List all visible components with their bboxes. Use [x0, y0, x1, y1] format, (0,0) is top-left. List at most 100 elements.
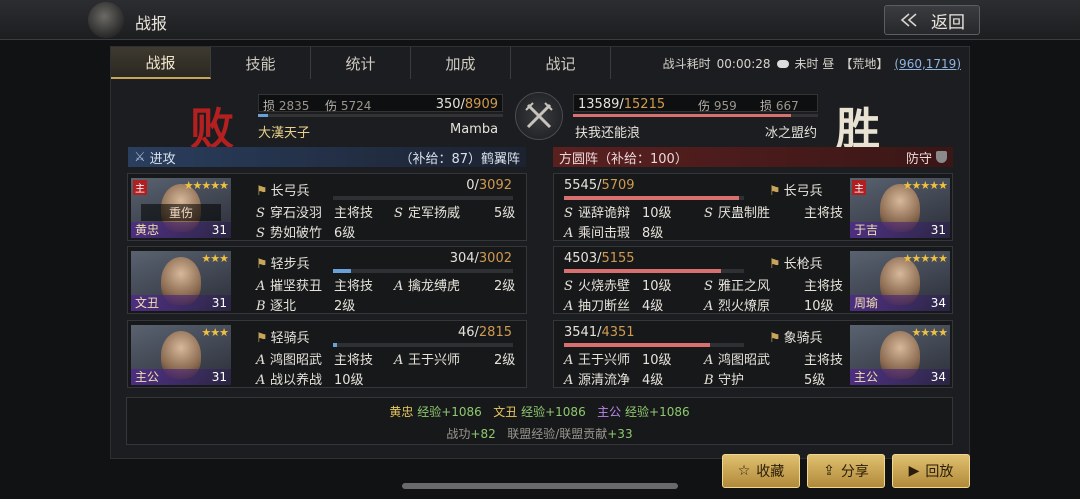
- skill-name: 烈火燎原: [718, 299, 771, 314]
- defender-unit-card[interactable]: ★★★★ 主公 34 ⚑ 象骑兵 3541/4351 A 王于兴师 10级 A 鸿图昭武 主将技 A 源清…: [553, 320, 953, 388]
- exp-general-1: 黄忠: [389, 405, 414, 419]
- skill-entry[interactable]: A 擒龙缚虎 2级: [394, 275, 524, 294]
- defender-unit-card[interactable]: 主 ★★★★★ 于吉 31 ⚑ 长弓兵 5545/5709 S 诬辞诡辩 10级 S 厌蛊制胜 主将技 A…: [553, 173, 953, 241]
- skill-level: 4级: [642, 299, 664, 314]
- defender-side-label: 方圆阵（补给：100）: [559, 151, 688, 167]
- lord-badge: 主: [133, 180, 147, 195]
- defender-general-portrait[interactable]: ★★★★★ 周瑜 34: [850, 251, 950, 311]
- defender-team: 冰之盟约: [765, 126, 818, 141]
- exp-value-3: 经验+1086: [625, 405, 690, 419]
- defender-unit-card[interactable]: ★★★★★ 周瑜 34 ⚑ 长枪兵 4503/5155 S 火烧赤壁 10级 S 雅正之风 主将技 A 抽…: [553, 246, 953, 314]
- attacker-general-portrait[interactable]: ★★★ 文丑 31: [131, 251, 231, 311]
- exp-general-2: 文丑: [493, 405, 518, 419]
- replay-button[interactable]: ▶ 回放: [892, 454, 970, 488]
- skill-name: 势如破竹: [270, 226, 323, 241]
- defender-general-portrait[interactable]: ★★★★ 主公 34: [850, 325, 950, 385]
- lord-badge: 主: [852, 180, 866, 195]
- skill-grade: A: [564, 299, 574, 314]
- skill-name: 王于兴师: [578, 353, 631, 368]
- skill-entry[interactable]: A 战以养战 10级: [256, 369, 386, 388]
- tab-skills[interactable]: 技能: [211, 47, 311, 79]
- tab-bonus[interactable]: 加成: [411, 47, 511, 79]
- skill-entry[interactable]: B 逐北 2级: [256, 295, 386, 314]
- attacker-supply: （补给：87）鹤翼阵: [399, 151, 520, 167]
- skill-name: 定军扬威: [408, 206, 461, 221]
- tab-stats[interactable]: 统计: [311, 47, 411, 79]
- troop-type-label: 长弓兵: [270, 184, 310, 199]
- star-rating: ★★★★★: [902, 252, 948, 265]
- favorite-button[interactable]: ☆ 收藏: [722, 454, 800, 488]
- attacker-hp: 350/8909: [435, 97, 498, 112]
- troop-bar: [564, 343, 744, 347]
- troop-type-label: 长弓兵: [783, 184, 823, 199]
- defender-general-portrait[interactable]: 主 ★★★★★ 于吉 31: [850, 178, 950, 238]
- skill-level: 4级: [642, 373, 664, 388]
- skill-level: 5级: [804, 373, 826, 388]
- skill-level: 2级: [334, 299, 356, 314]
- troop-bar-fill: [333, 269, 351, 273]
- home-indicator[interactable]: [402, 483, 678, 489]
- skill-grade: A: [256, 353, 266, 368]
- skill-entry[interactable]: S 火烧赤壁 10级: [564, 275, 694, 294]
- troop-current: 5545: [564, 178, 598, 193]
- skill-entry[interactable]: S 雅正之风 主将技: [704, 275, 843, 294]
- merit-value: +82: [470, 427, 496, 441]
- skill-entry[interactable]: A 源清流净 4级: [564, 369, 694, 388]
- skill-entry[interactable]: B 守护 5级: [704, 369, 834, 388]
- merit-label: 战功: [446, 427, 471, 441]
- skill-entry[interactable]: A 摧坚获丑 主将技: [256, 275, 386, 294]
- general-level: 31: [930, 223, 946, 237]
- exp-value-2: 经验+1086: [521, 405, 586, 419]
- attacker-player: 大漢天子: [258, 126, 311, 141]
- defender-loss: 667: [775, 99, 799, 113]
- skill-grade: A: [564, 226, 574, 241]
- troop-current: 0: [466, 178, 475, 193]
- share-button[interactable]: ⇪ 分享: [807, 454, 885, 488]
- skill-entry[interactable]: S 诬辞诡辩 10级: [564, 202, 694, 221]
- skill-entry[interactable]: A 抽刀断丝 4级: [564, 295, 694, 314]
- skill-entry[interactable]: A 烈火燎原 10级: [704, 295, 834, 314]
- star-rating: ★★★★: [911, 326, 948, 339]
- defender-dmg: 959: [713, 99, 737, 113]
- skill-entry[interactable]: S 势如破竹 6级: [256, 222, 386, 241]
- skill-entry[interactable]: S 厌蛊制胜 主将技: [704, 202, 843, 221]
- skill-name: 守护: [718, 373, 745, 388]
- attacker-loss-label: 损: [263, 99, 276, 113]
- weather-text: 未时 昼: [794, 57, 835, 71]
- skill-name: 鸿图昭武: [270, 353, 323, 368]
- attacker-unit-card[interactable]: ★★★ 文丑 31 ⚑ 轻步兵 304/3002 A 摧坚获丑 主将技 A 擒龙缚虎 2级 B 逐北 2级: [127, 246, 527, 314]
- troop-type: ⚑ 长弓兵: [769, 180, 823, 199]
- troop-type-label: 轻骑兵: [270, 331, 310, 346]
- skill-name: 擒龙缚虎: [408, 279, 461, 294]
- skill-name: 穿石没羽: [270, 206, 323, 221]
- attacker-general-portrait[interactable]: 主 ★★★★★ 重伤 黄忠 31: [131, 178, 231, 238]
- skill-level: 主将技: [804, 206, 844, 221]
- back-button[interactable]: 返回: [884, 5, 980, 35]
- troop-type: ⚑ 轻骑兵: [256, 327, 310, 346]
- attacker-unit-card[interactable]: ★★★ 主公 31 ⚑ 轻骑兵 46/2815 A 鸿图昭武 主将技 A 王于兴师 2级 A 战以养战 10…: [127, 320, 527, 388]
- skill-entry[interactable]: A 鸿图昭武 主将技: [704, 349, 843, 368]
- play-icon: ▶: [908, 463, 920, 479]
- coords-link[interactable]: (960,1719): [894, 57, 961, 71]
- tab-report[interactable]: 战报: [111, 47, 211, 79]
- replay-label: 回放: [925, 464, 954, 480]
- skill-grade: S: [564, 279, 573, 294]
- attacker-unit-card[interactable]: 主 ★★★★★ 重伤 黄忠 31 ⚑ 长弓兵 0/3092 S 穿石没羽 主将技 S 定军扬威 5级 S 势如…: [127, 173, 527, 241]
- skill-entry[interactable]: A 乘间击瑕 8级: [564, 222, 694, 241]
- skill-entry[interactable]: S 定军扬威 5级: [394, 202, 524, 221]
- troop-bar-fill: [564, 269, 721, 273]
- troop-current: 4503: [564, 251, 598, 266]
- tab-records[interactable]: 战记: [511, 47, 611, 79]
- weather-icon: [776, 59, 789, 68]
- defender-hp-bar: [573, 114, 818, 117]
- troop-bar: [564, 269, 744, 273]
- skill-entry[interactable]: S 穿石没羽 主将技: [256, 202, 386, 221]
- skill-entry[interactable]: A 鸿图昭武 主将技: [256, 349, 386, 368]
- troop-current: 3541: [564, 325, 598, 340]
- attacker-general-portrait[interactable]: ★★★ 主公 31: [131, 325, 231, 385]
- skill-grade: A: [564, 373, 574, 388]
- skill-grade: S: [564, 206, 573, 221]
- skill-entry[interactable]: A 王于兴师 10级: [564, 349, 694, 368]
- share-icon: ⇪: [823, 463, 835, 479]
- skill-entry[interactable]: A 王于兴师 2级: [394, 349, 524, 368]
